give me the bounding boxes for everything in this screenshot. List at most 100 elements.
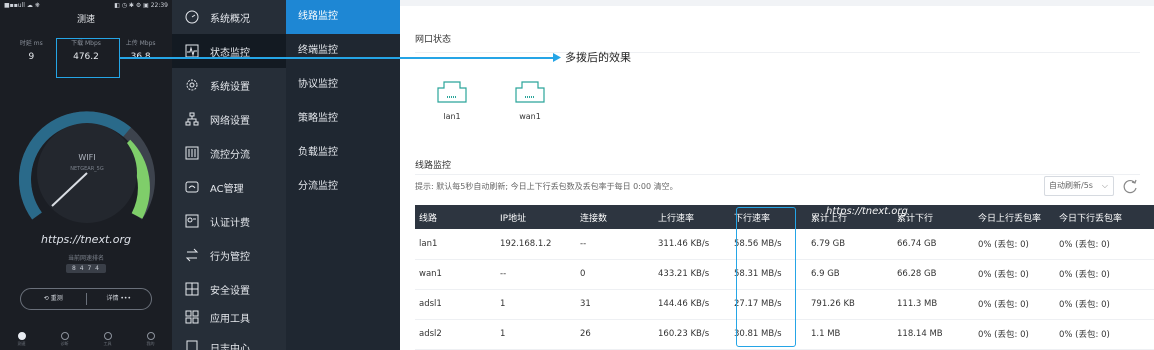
table-cell: 0% (丢包: 0): [1055, 319, 1154, 350]
column-header: 线路: [415, 205, 496, 229]
stat-label: 上传 Mbps: [125, 40, 156, 47]
tab-label: 诊断: [60, 341, 69, 346]
table-cell: adsl1: [415, 289, 496, 320]
nav-label: 安全设置: [210, 285, 250, 297]
table-cell: 791.26 KB: [807, 289, 893, 320]
table-cell: 192.168.1.2: [496, 229, 576, 260]
nav-label: AC管理: [210, 183, 244, 195]
detail-button[interactable]: 详情 •••: [87, 289, 152, 309]
table-cell: 66.74 GB: [893, 229, 974, 260]
subnav-split-monitor[interactable]: 分流监控: [286, 170, 400, 204]
watermark-url: https://tnext.org: [40, 233, 132, 246]
table-cell: 311.46 KB/s: [654, 229, 730, 260]
rank-label: 当前网速排名: [67, 255, 104, 262]
refresh-icon[interactable]: [1122, 178, 1138, 194]
table-cell: 118.14 MB: [893, 319, 974, 350]
ethernet-port-icon: [437, 81, 467, 103]
table-cell: 0% (丢包: 0): [974, 229, 1055, 260]
subnav-policy-monitor[interactable]: 策略监控: [286, 102, 400, 136]
table-cell: 0% (丢包: 0): [1055, 259, 1154, 290]
nav-item-network-settings[interactable]: 网络设置: [172, 102, 286, 136]
phone-status-right: ◧ ◷ ✱ ⚙ ▣ 22:39: [114, 2, 168, 9]
tools-tab-icon: [103, 332, 112, 340]
nav-label: 认证计费: [210, 217, 250, 229]
auto-refresh-value: 自动刷新/5s: [1049, 181, 1093, 190]
nav-item-app-tools[interactable]: 应用工具: [172, 300, 286, 334]
nav-item-behavior-control[interactable]: 行为管控: [172, 238, 286, 272]
router-icon: [184, 179, 200, 195]
table-cell: 6.9 GB: [807, 259, 893, 290]
table-cell: 160.23 KB/s: [654, 319, 730, 350]
nav-item-flow-control[interactable]: 流控分流: [172, 136, 286, 170]
column-header: 今日下行丢包率: [1055, 205, 1154, 229]
nav-label: 日志中心: [210, 343, 250, 350]
nav-label: 应用工具: [210, 313, 250, 325]
speedometer-icon: [184, 9, 200, 25]
port-label: wan1: [519, 112, 541, 121]
table-cell: 26: [576, 319, 654, 350]
port-status-title: 网口状态: [415, 35, 452, 45]
column-header: 上行速率: [654, 205, 730, 229]
tab-tools[interactable]: 工具: [101, 332, 115, 346]
download-rate-highlight-box: [736, 207, 796, 347]
arrow-head-icon: [553, 53, 561, 62]
table-cell: 0: [576, 259, 654, 290]
retest-button[interactable]: ⟲ 重测: [21, 289, 86, 309]
tab-label: 工具: [103, 341, 112, 346]
speedtest-tab-icon: [17, 332, 26, 340]
rank-value: 8 4 7 4: [66, 264, 106, 273]
sub-navigation: 线路监控 终端监控 协议监控 策略监控 负载监控 分流监控: [286, 0, 400, 350]
table-cell: 0% (丢包: 0): [974, 289, 1055, 320]
tab-mine[interactable]: 我的: [144, 332, 158, 346]
port-wan1[interactable]: wan1: [510, 80, 550, 121]
subnav-line-monitor[interactable]: 线路监控: [286, 0, 400, 34]
tab-diagnose[interactable]: 诊断: [58, 332, 72, 346]
phone-statusbar: ■▪▪ull ☁ ❋ ◧ ◷ ✱ ⚙ ▣ 22:39: [0, 0, 172, 10]
gauge-label: WIFI: [78, 153, 95, 162]
gear-icon: [184, 77, 200, 93]
speed-gauge: WIFI NETGEAR_5G: [19, 111, 155, 223]
auto-refresh-select[interactable]: 自动刷新/5s ⌵: [1044, 176, 1114, 196]
table-cell: 31: [576, 289, 654, 320]
table-cell: --: [576, 229, 654, 260]
table-cell: 1.1 MB: [807, 319, 893, 350]
refresh-hint: 提示: 默认每5秒自动刷新; 今日上下行丢包数及丢包率于每日 0:00 清空。: [415, 182, 678, 191]
tab-label: 我的: [146, 341, 155, 346]
column-header: 今日上行丢包率: [974, 205, 1055, 229]
annotation-label: 多拨后的效果: [565, 51, 631, 64]
table-cell: 66.28 GB: [893, 259, 974, 290]
subnav-protocol-monitor[interactable]: 协议监控: [286, 68, 400, 102]
nav-item-status-monitor[interactable]: 状态监控: [172, 34, 286, 68]
port-label: lan1: [443, 112, 461, 121]
table-cell: 0% (丢包: 0): [974, 319, 1055, 350]
shield-grid-icon: [184, 281, 200, 297]
port-lan1[interactable]: lan1: [432, 80, 472, 121]
table-cell: 144.46 KB/s: [654, 289, 730, 320]
main-sidebar: 系统概况 状态监控 系统设置 网络设置 流控分流 AC管理 认证计费 行为管控: [172, 0, 286, 350]
nav-label: 流控分流: [210, 149, 250, 161]
subnav-terminal-monitor[interactable]: 终端监控: [286, 34, 400, 68]
nav-item-overview[interactable]: 系统概况: [172, 0, 286, 34]
table-cell: adsl2: [415, 319, 496, 350]
nav-item-ac-management[interactable]: AC管理: [172, 170, 286, 204]
screenshot-root: ■▪▪ull ☁ ❋ ◧ ◷ ✱ ⚙ ▣ 22:39 测速 时延 ms 9 下载…: [0, 0, 1154, 350]
chevron-down-icon: ⌵: [1101, 181, 1108, 190]
table-cell: 0% (丢包: 0): [1055, 289, 1154, 320]
tab-speedtest[interactable]: 测速: [15, 332, 29, 346]
latency-stat: 时延 ms 9: [6, 38, 56, 62]
table-cell: --: [496, 259, 576, 290]
subnav-load-monitor[interactable]: 负载监控: [286, 136, 400, 170]
column-header: 连接数: [576, 205, 654, 229]
nav-item-log-center[interactable]: 日志中心: [172, 330, 286, 350]
phone-status-left: ■▪▪ull ☁ ❋: [4, 2, 40, 9]
table-cell: 6.79 GB: [807, 229, 893, 260]
table-cell: 433.21 KB/s: [654, 259, 730, 290]
nav-item-authentication[interactable]: 认证计费: [172, 204, 286, 238]
nav-label: 系统概况: [210, 13, 250, 25]
column-header: IP地址: [496, 205, 576, 229]
ethernet-port-icon: [515, 81, 545, 103]
nav-label: 网络设置: [210, 115, 250, 127]
nav-item-system-settings[interactable]: 系统设置: [172, 68, 286, 102]
retest-label: 重测: [50, 295, 63, 302]
diagnose-tab-icon: [60, 332, 69, 340]
